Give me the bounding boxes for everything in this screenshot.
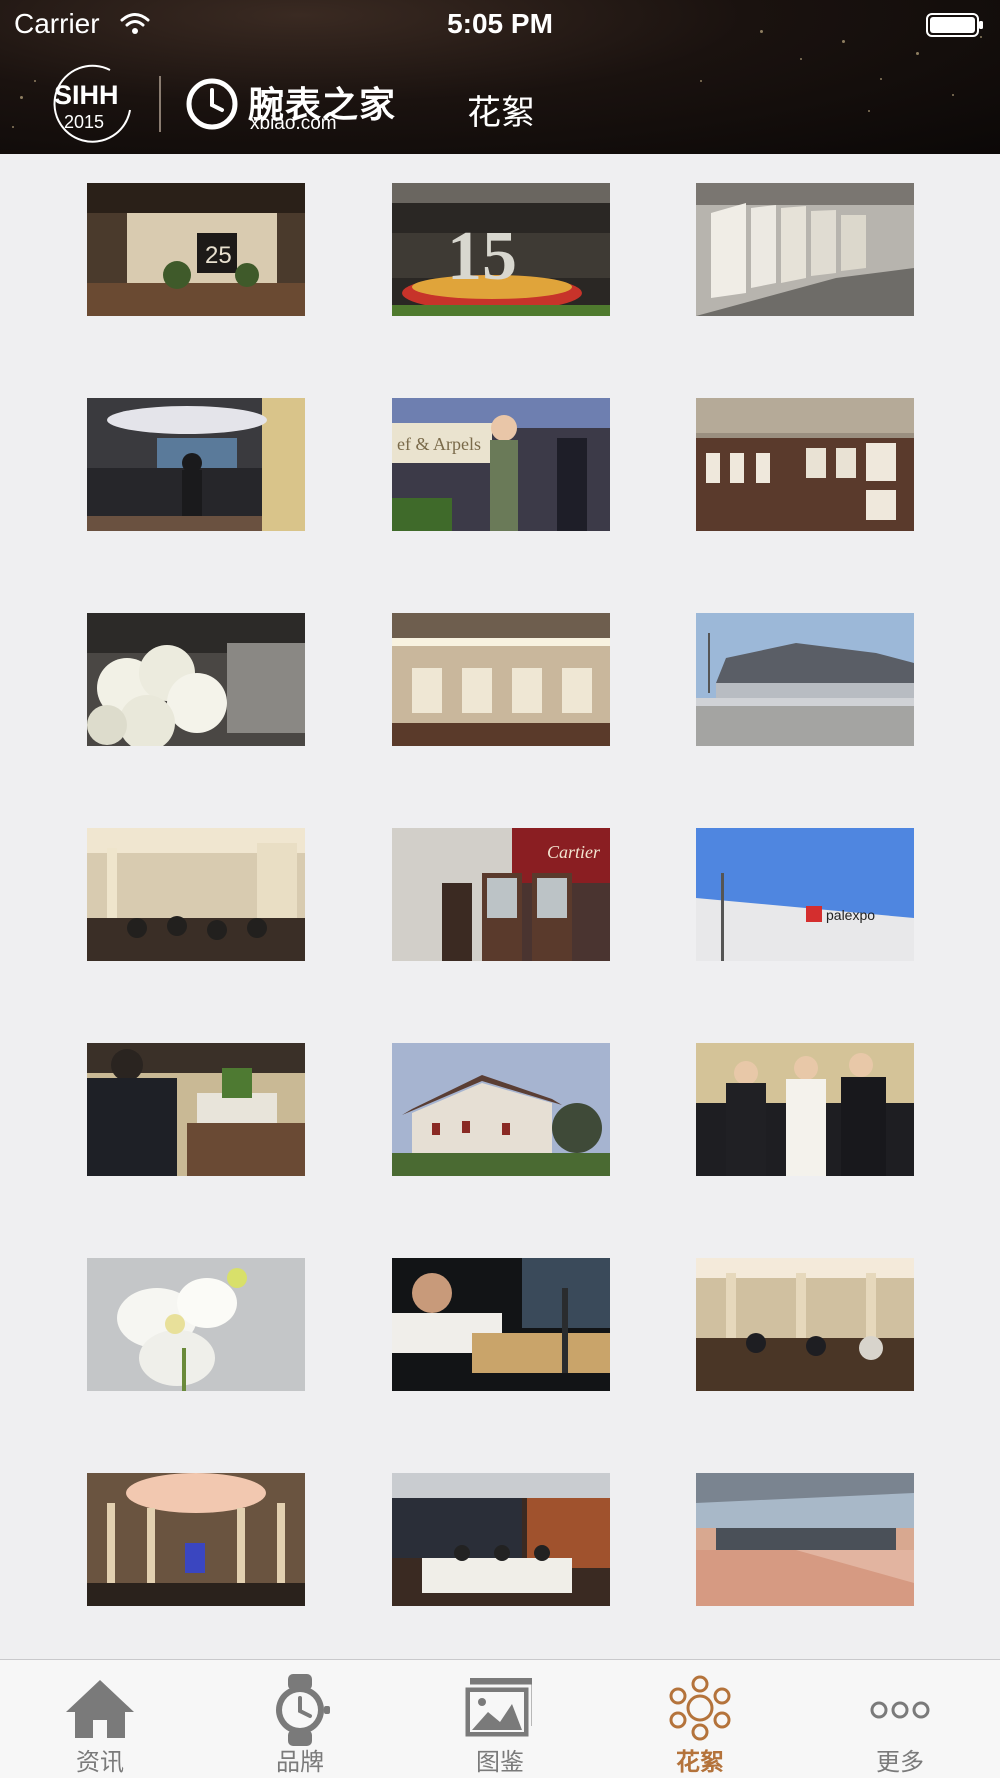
tab-label: 花絮 [676,1748,724,1776]
flower-icon [669,1675,731,1741]
brand-url: xbiao.com [250,113,337,134]
gallery-icon [462,1678,532,1740]
photo-thumbnail[interactable] [696,398,914,531]
photo-thumbnail[interactable] [696,1043,914,1176]
sihh-logo-text: SIHH [54,80,119,110]
status-bar: Carrier 5:05 PM [0,0,1000,50]
photo-thumbnail[interactable] [696,1473,914,1606]
tab-zixun[interactable]: 资讯 [0,1660,200,1778]
photo-thumbnail[interactable] [87,398,305,531]
more-icon [870,1701,930,1719]
photo-thumbnail[interactable]: Cartier [392,828,610,961]
photo-thumbnail[interactable] [392,1043,610,1176]
photo-thumbnail[interactable] [87,1043,305,1176]
battery-icon [926,13,983,37]
sihh-logo: SIHH 2015 [53,64,131,143]
status-time: 5:05 PM [447,8,553,39]
home-icon [66,1680,134,1738]
svg-text:25: 25 [205,242,232,269]
svg-text:15: 15 [447,218,517,295]
photo-thumbnail[interactable] [87,1258,305,1391]
photo-thumbnail[interactable] [87,1473,305,1606]
logo-divider [159,76,161,132]
photo-thumbnail[interactable]: palexpo [696,828,914,961]
svg-text:Cartier: Cartier [547,842,601,862]
svg-text:palexpo: palexpo [826,907,875,923]
tab-label: 品牌 [276,1748,324,1776]
tab-label: 更多 [876,1748,924,1776]
tab-huaxu[interactable]: 花絮 [600,1660,800,1778]
photo-thumbnail[interactable] [392,1258,610,1391]
tab-tujian[interactable]: 图鉴 [400,1660,600,1778]
photo-thumbnail[interactable]: ef & Arpels [392,398,610,531]
sihh-logo-year: 2015 [64,112,104,132]
page-title: 花絮 [467,93,535,133]
photo-thumbnail[interactable]: 25 [87,183,305,316]
svg-text:ef & Arpels: ef & Arpels [397,434,481,454]
app-header: Carrier 5:05 PM SIHH 2015 腕表之家 xbiao.com… [0,0,1000,154]
tab-pinpai[interactable]: 品牌 [200,1660,400,1778]
photo-thumbnail[interactable] [392,1473,610,1606]
photo-thumbnail[interactable]: 15 [392,183,610,316]
photo-thumbnail[interactable] [392,613,610,746]
watch-icon [276,1674,330,1746]
photo-thumbnail[interactable] [87,613,305,746]
tab-gengduo[interactable]: 更多 [800,1660,1000,1778]
photo-grid: 25 15 ef & Arpels Cartier palexpo [0,154,1000,1659]
clock-logo-icon [186,78,238,130]
tab-bar: 资讯 品牌 图鉴 花絮 更多 [0,1659,1000,1778]
photo-thumbnail[interactable] [696,1258,914,1391]
tab-label: 图鉴 [476,1748,524,1776]
photo-thumbnail[interactable] [87,828,305,961]
photo-thumbnail[interactable] [696,613,914,746]
tab-label: 资讯 [76,1748,124,1776]
photo-thumbnail[interactable] [696,183,914,316]
